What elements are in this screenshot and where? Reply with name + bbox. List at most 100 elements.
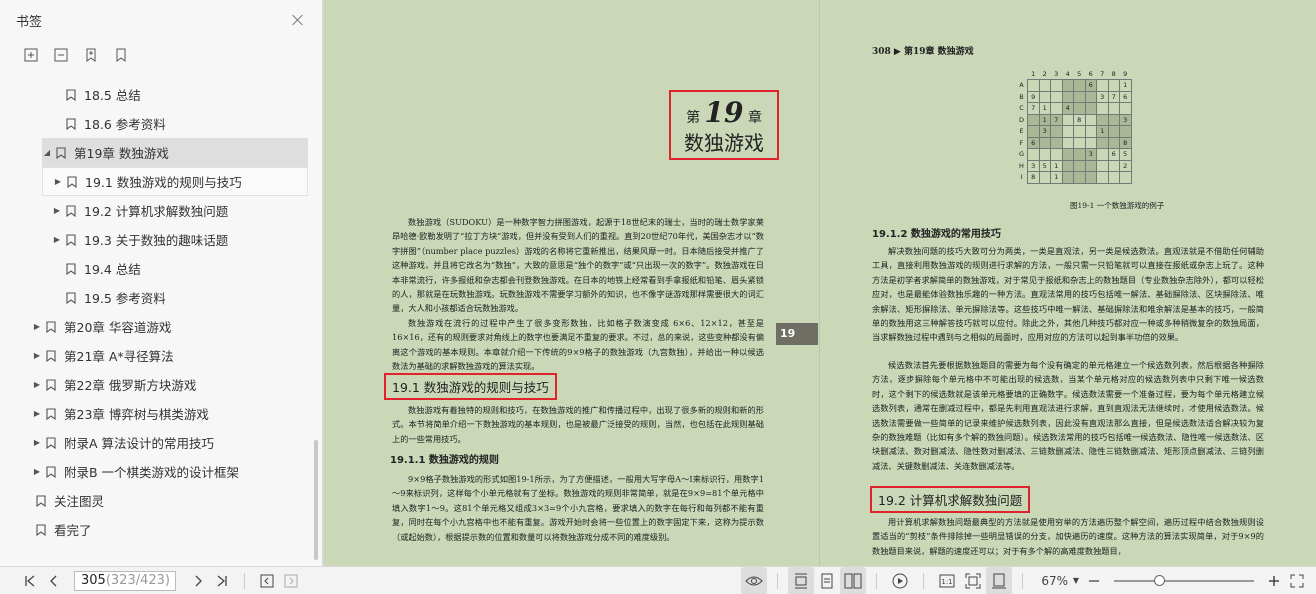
sudoku-cell: 5 xyxy=(1038,159,1051,172)
continuous-scroll-icon[interactable] xyxy=(788,566,815,594)
bookmark-item[interactable]: ▶ 第23章 博弈树与棋类游戏 xyxy=(0,399,312,428)
sudoku-cell xyxy=(1107,159,1120,172)
bookmark-item[interactable]: ▶ 19.2 计算机求解数独问题 xyxy=(0,196,312,225)
sudoku-cell xyxy=(1119,171,1132,184)
bookmark-item[interactable]: ▶ 第20章 华容道游戏 xyxy=(0,312,312,341)
section-heading-19-1: 19.1 数独游戏的规则与技巧 xyxy=(384,373,557,400)
sudoku-cell xyxy=(1050,148,1063,161)
chevron-down-icon[interactable]: ▼ xyxy=(1068,567,1084,594)
sudoku-cell: 7 xyxy=(1107,90,1120,103)
sudoku-cell: 1 xyxy=(1096,125,1109,138)
close-icon[interactable] xyxy=(290,12,306,28)
sudoku-cell xyxy=(1107,125,1120,138)
bookmark-label: 第23章 博弈树与棋类游戏 xyxy=(64,407,209,422)
sudoku-cell: 6 xyxy=(1027,136,1040,149)
caret-expanded-icon[interactable]: ◢ xyxy=(42,148,52,157)
zoom-slider[interactable] xyxy=(1114,574,1254,586)
sudoku-cell xyxy=(1084,159,1097,172)
sudoku-row-label: C xyxy=(1019,104,1024,113)
first-page-icon[interactable] xyxy=(18,567,42,594)
bookmark-item[interactable]: 看完了 xyxy=(0,515,312,544)
bookmark-item[interactable]: 18.5 总结 xyxy=(0,80,312,109)
sudoku-cell xyxy=(1038,136,1051,149)
bookmark-icon[interactable] xyxy=(112,46,130,64)
zoom-level[interactable]: 67% xyxy=(1041,574,1068,588)
sudoku-cell xyxy=(1027,125,1040,138)
sidebar-scrollbar[interactable] xyxy=(314,440,318,560)
sudoku-cell xyxy=(1096,113,1109,126)
solver-paragraph: 用计算机求解数独问题最典型的方法就是使用穷举的方法遍历整个解空间，遍历过程中结合… xyxy=(872,517,1264,556)
caret-collapsed-icon[interactable]: ▶ xyxy=(53,177,63,186)
sudoku-col-label: 9 xyxy=(1123,69,1128,78)
sudoku-row-label: F xyxy=(1019,138,1024,147)
fit-width-icon[interactable] xyxy=(986,566,1013,594)
sudoku-cell xyxy=(1073,148,1086,161)
bookmark-item[interactable]: ▶ 附录B 一个棋类游戏的设计框架 xyxy=(0,457,312,486)
prev-page-icon[interactable] xyxy=(42,567,66,594)
sudoku-row-label: B xyxy=(1019,92,1024,101)
caret-collapsed-icon[interactable]: ▶ xyxy=(52,235,62,244)
add-bookmark-icon[interactable] xyxy=(82,46,100,64)
sudoku-row: G 365 xyxy=(1016,148,1132,161)
sudoku-cell xyxy=(1027,148,1040,161)
bookmark-icon xyxy=(56,146,66,159)
caret-collapsed-icon[interactable]: ▶ xyxy=(32,322,42,331)
actual-size-icon[interactable]: 1:1 xyxy=(934,567,960,594)
sudoku-cell xyxy=(1096,79,1109,92)
play-icon[interactable] xyxy=(887,567,913,594)
section-heading-19-2: 19.2 计算机求解数独问题 xyxy=(870,486,1031,513)
bookmark-item[interactable]: ▶ 19.1 数独游戏的规则与技巧 xyxy=(42,167,308,196)
bookmark-item[interactable]: ▶ 19.3 关于数独的趣味话题 xyxy=(0,225,312,254)
fullscreen-icon[interactable] xyxy=(1284,567,1310,594)
bookmark-icon xyxy=(46,465,56,478)
sudoku-cell xyxy=(1096,102,1109,115)
sudoku-cell xyxy=(1061,113,1074,126)
sudoku-cell xyxy=(1050,90,1063,103)
sudoku-col-label: 4 xyxy=(1065,69,1070,78)
caret-collapsed-icon[interactable]: ▶ xyxy=(52,206,62,215)
zoom-out-icon[interactable] xyxy=(1084,567,1104,594)
sudoku-cell xyxy=(1061,136,1074,149)
sudoku-col-label: 2 xyxy=(1042,69,1047,78)
bookmark-item[interactable]: ▶ 第21章 A*寻径算法 xyxy=(0,341,312,370)
bookmark-item[interactable]: ◢ 第19章 数独游戏 xyxy=(42,138,308,167)
expand-all-icon[interactable] xyxy=(22,46,40,64)
sudoku-cell xyxy=(1119,102,1132,115)
sudoku-row: C714 xyxy=(1016,102,1132,115)
bookmark-item[interactable]: ▶ 第22章 俄罗斯方块游戏 xyxy=(0,370,312,399)
zoom-in-icon[interactable] xyxy=(1264,567,1284,594)
bookmark-icon xyxy=(36,494,46,507)
sudoku-cell xyxy=(1096,148,1109,161)
bookmark-sidebar: 书签 18.5 总结 18.6 参考资料 ◢ 第19章 数独游戏 ▶ 19.1 数独游戏的… xyxy=(0,0,323,566)
zoom-slider-knob[interactable] xyxy=(1154,574,1165,586)
caret-collapsed-icon[interactable]: ▶ xyxy=(32,467,42,476)
sudoku-corner xyxy=(1016,68,1028,80)
bookmark-item[interactable]: 19.5 参考资料 xyxy=(0,283,312,312)
sudoku-cell: 1 xyxy=(1050,171,1063,184)
figure-caption: 图19-1 一个数独游戏的例子 xyxy=(1070,201,1165,210)
page-number-input[interactable]: 305 (323/423) xyxy=(74,570,176,591)
bookmark-label: 看完了 xyxy=(54,523,92,538)
forward-icon[interactable] xyxy=(279,567,303,594)
fit-page-icon[interactable] xyxy=(960,567,986,594)
eye-care-icon[interactable] xyxy=(741,566,768,594)
double-page-icon[interactable] xyxy=(840,566,867,594)
caret-collapsed-icon[interactable]: ▶ xyxy=(32,351,42,360)
bookmark-item[interactable]: ▶ 附录A 算法设计的常用技巧 xyxy=(0,428,312,457)
caret-collapsed-icon[interactable]: ▶ xyxy=(32,438,42,447)
collapse-all-icon[interactable] xyxy=(52,46,70,64)
bookmark-item[interactable]: 关注图灵 xyxy=(0,486,312,515)
sudoku-cell: 3 xyxy=(1096,90,1109,103)
single-page-icon[interactable] xyxy=(814,567,840,594)
sudoku-cell: 6 xyxy=(1107,148,1120,161)
caret-collapsed-icon[interactable]: ▶ xyxy=(32,409,42,418)
sudoku-col-label: 1 xyxy=(1031,69,1036,78)
last-page-icon[interactable] xyxy=(210,567,234,594)
back-icon[interactable] xyxy=(255,567,279,594)
sudoku-cell: 1 xyxy=(1038,113,1051,126)
next-page-icon[interactable] xyxy=(186,567,210,594)
bookmark-item[interactable]: 18.6 参考资料 xyxy=(0,109,312,138)
sudoku-cell xyxy=(1050,102,1063,115)
bookmark-item[interactable]: 19.4 总结 xyxy=(0,254,312,283)
caret-collapsed-icon[interactable]: ▶ xyxy=(32,380,42,389)
